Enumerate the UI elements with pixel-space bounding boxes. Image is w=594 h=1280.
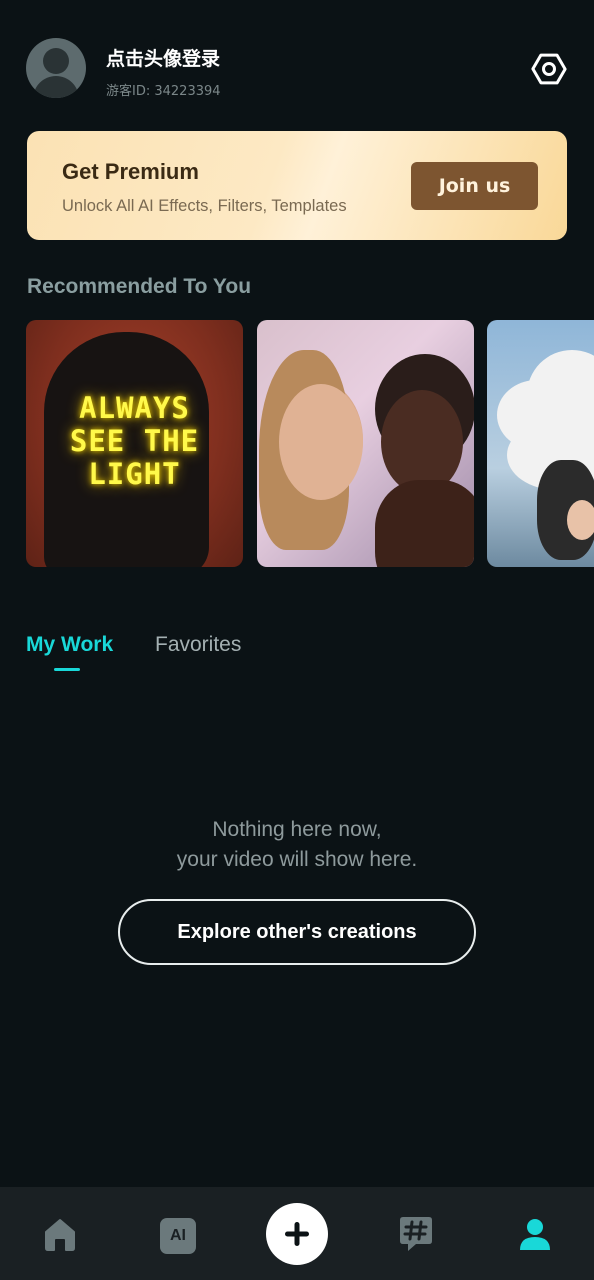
- empty-line-2: your video will show here.: [176, 848, 418, 871]
- woman-face-right: [381, 390, 463, 494]
- bottom-navigation: AI: [0, 1187, 594, 1280]
- nav-create[interactable]: [266, 1187, 328, 1280]
- login-prompt[interactable]: 点击头像登录: [106, 44, 220, 71]
- recommended-carousel[interactable]: ALWAYS SEE THE LIGHT: [26, 320, 594, 567]
- settings-hexagon-icon: [531, 53, 567, 85]
- join-us-button[interactable]: Join us: [411, 162, 538, 210]
- profile-header: 点击头像登录 游客ID: 34223394: [26, 38, 568, 100]
- ai-icon-label: AI: [170, 1226, 186, 1244]
- profile-icon: [520, 1218, 550, 1250]
- avatar-body-shape: [33, 76, 79, 98]
- plus-icon: [285, 1221, 309, 1246]
- ai-icon: AI: [160, 1217, 196, 1254]
- woman-face-left-front: [279, 384, 363, 500]
- create-button[interactable]: [266, 1202, 328, 1265]
- work-tabs: My Work Favorites: [26, 633, 426, 677]
- hashtag-icon: [400, 1216, 432, 1251]
- empty-line-1: Nothing here now,: [212, 818, 382, 841]
- tab-favorites[interactable]: Favorites: [155, 633, 241, 657]
- explore-creations-button[interactable]: Explore other's creations: [118, 899, 476, 965]
- neon-sign-text: ALWAYS SEE THE LIGHT: [26, 392, 243, 491]
- recommended-card[interactable]: [257, 320, 474, 567]
- shoulder-right: [375, 480, 474, 567]
- nav-community[interactable]: [386, 1187, 446, 1280]
- avatar[interactable]: [26, 38, 86, 98]
- neon-line: LIGHT: [88, 457, 181, 491]
- tab-my-work[interactable]: My Work: [26, 633, 113, 657]
- premium-banner[interactable]: Get Premium Unlock All AI Effects, Filte…: [27, 131, 567, 240]
- home-icon: [45, 1218, 75, 1251]
- recommended-card[interactable]: ALWAYS SEE THE LIGHT: [26, 320, 243, 567]
- neon-line: ALWAYS: [79, 391, 190, 425]
- nav-home[interactable]: [30, 1187, 90, 1280]
- recommended-title: Recommended To You: [27, 275, 252, 298]
- active-tab-indicator: [54, 668, 80, 671]
- nav-profile[interactable]: [505, 1187, 565, 1280]
- guest-id: 游客ID: 34223394: [106, 84, 221, 99]
- premium-subtitle: Unlock All AI Effects, Filters, Template…: [62, 197, 347, 215]
- empty-state-message: Nothing here now, your video will show h…: [0, 815, 594, 875]
- avatar-head-shape: [43, 48, 69, 74]
- premium-title: Get Premium: [62, 159, 199, 184]
- neon-line: SEE THE: [69, 424, 200, 458]
- person-hand: [567, 500, 594, 540]
- recommended-card[interactable]: [487, 320, 594, 567]
- nav-ai[interactable]: AI: [148, 1187, 208, 1280]
- settings-button[interactable]: [530, 50, 568, 88]
